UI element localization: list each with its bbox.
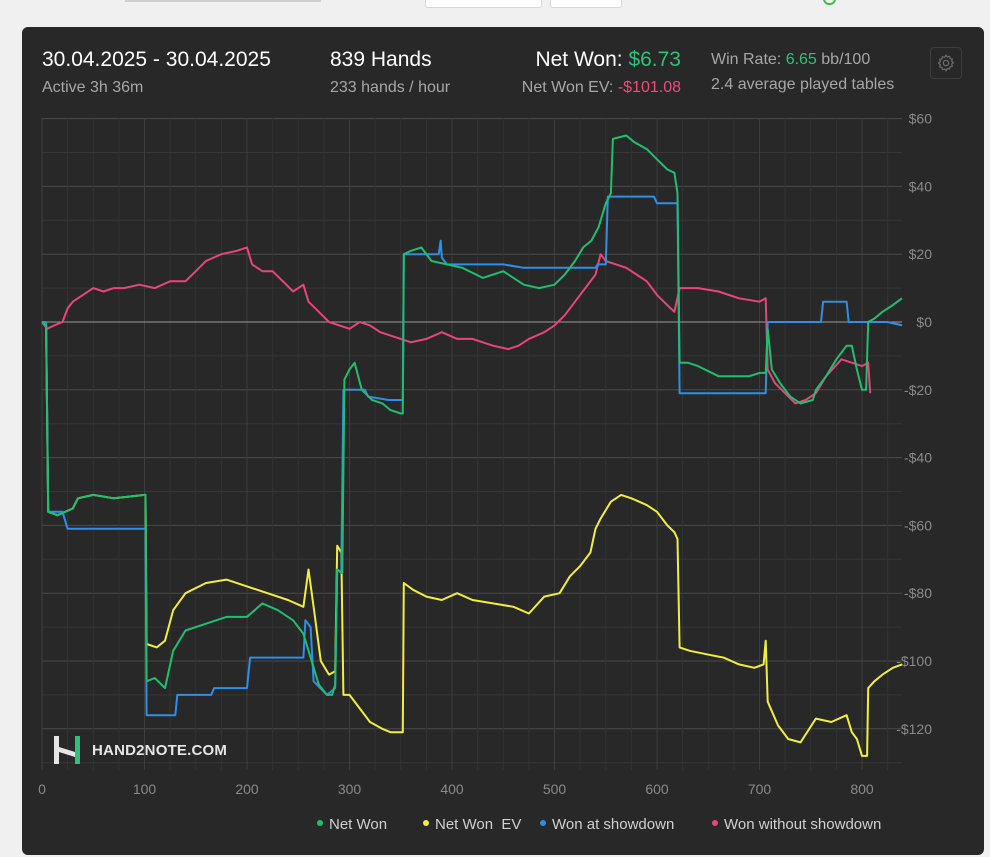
- legend-marker-net-won: [317, 820, 323, 827]
- hand2note-logo[interactable]: HAND2NOTE.COM: [52, 733, 227, 767]
- y-tick-label: -$20: [904, 382, 932, 398]
- hand2note-logo-text: HAND2NOTE.COM: [92, 741, 228, 759]
- y-tick-label: $60: [909, 111, 933, 127]
- bankroll-graph[interactable]: $60 $40 $20 $0 -$20 -$40 -$60 -$80 -$100 -$120 0 10…: [22, 27, 984, 807]
- x-tick-label: 700: [748, 781, 772, 797]
- background-toolbar-edge: [125, 0, 321, 2]
- x-tick-label: 0: [38, 781, 46, 797]
- x-tick-label: 300: [338, 781, 362, 797]
- x-tick-label: 500: [543, 781, 567, 797]
- y-tick-label: -$60: [904, 517, 932, 533]
- x-tick-label: 400: [440, 781, 464, 797]
- x-tick-label: 800: [850, 781, 874, 797]
- x-tick-label: 200: [235, 781, 259, 797]
- legend-marker-net-won-ev: [423, 820, 429, 827]
- net-won-line: [41, 134, 903, 696]
- legend-label-net-won: Net Won: [329, 816, 388, 833]
- net-won-ev-line: [41, 321, 903, 757]
- background-toolbar: [0, 0, 990, 26]
- background-tab: [425, 0, 542, 8]
- background-icon: [823, 0, 836, 5]
- legend-label-net-won-ev: Net Won EV: [435, 816, 522, 833]
- legend-item-won-at-showdown[interactable]: Won at showdown: [540, 816, 674, 833]
- won-at-showdown-line: [42, 195, 903, 717]
- hand2note-logo-icon: [54, 736, 80, 764]
- y-tick-label: -$80: [904, 585, 932, 601]
- axis-layer: $60 $40 $20 $0 -$20 -$40 -$60 -$80 -$100 -$120 0 10…: [38, 111, 932, 797]
- won-without-showdown-line: [41, 246, 872, 405]
- x-tick-label: 600: [645, 781, 669, 797]
- legend-item-won-without-showdown[interactable]: Won without showdown: [712, 816, 881, 833]
- legend-label-won-at-showdown: Won at showdown: [552, 816, 675, 833]
- y-tick-label: $20: [909, 246, 933, 262]
- y-tick-label: -$40: [904, 450, 932, 466]
- background-tab: [550, 0, 622, 8]
- legend-marker-won-without-showdown: [712, 820, 718, 827]
- grid-layer: [41, 118, 902, 770]
- series-layer: [41, 134, 903, 757]
- y-tick-label: -$100: [896, 653, 932, 669]
- graph-panel: 30.04.2025 - 30.04.2025 Active 3h 36m 83…: [22, 27, 984, 855]
- legend-marker-won-at-showdown: [540, 820, 546, 827]
- legend-item-net-won[interactable]: Net Won: [317, 816, 387, 833]
- x-tick-label: 100: [133, 781, 157, 797]
- legend-item-net-won-ev[interactable]: Net Won EV: [423, 816, 521, 833]
- y-tick-label: -$120: [896, 721, 932, 737]
- legend-label-won-without-showdown: Won without showdown: [724, 816, 882, 833]
- y-tick-label: $0: [916, 314, 932, 330]
- chart-legend: Net Won Net Won EV Won at showdown Won w…: [22, 816, 984, 838]
- y-tick-label: $40: [909, 178, 933, 194]
